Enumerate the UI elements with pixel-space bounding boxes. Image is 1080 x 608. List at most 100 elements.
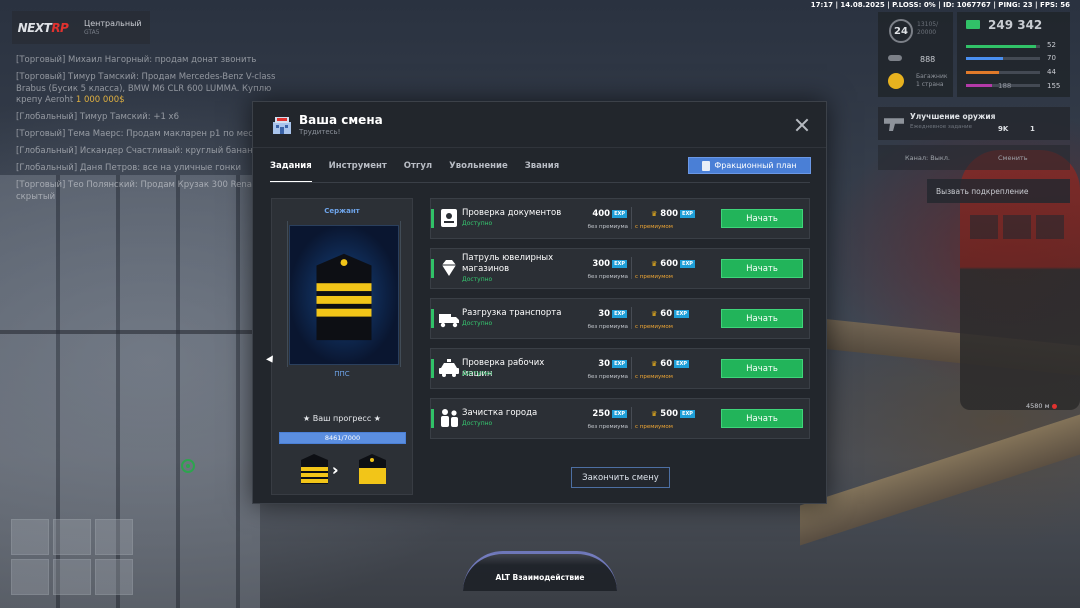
chat-message: [Торговый] Тимур Тамский: Продам Mercede… [16, 72, 276, 105]
inventory-slot[interactable] [53, 519, 91, 555]
calendar-icon[interactable] [970, 215, 998, 239]
tab-0[interactable]: Задания [270, 161, 312, 183]
with-premium-label: с премиумом [635, 374, 673, 380]
rank-card: Сержант ППС ★ Ваш прогресс ★ 8461/7000 ›… [271, 198, 413, 495]
tab-3[interactable]: Увольнение [449, 161, 508, 183]
task-accent [431, 259, 434, 278]
start-task-button[interactable]: Начать [721, 309, 803, 328]
start-task-button[interactable]: Начать [721, 409, 803, 428]
chat-message: [Глобальный] Искандер Счастливый: круглы… [16, 146, 253, 156]
inventory-slots [11, 519, 133, 595]
quick-icons [970, 215, 1064, 239]
inventory-slot[interactable] [11, 519, 49, 555]
id-card-icon [441, 209, 457, 227]
with-premium-label: с премиумом [635, 274, 673, 280]
gun-icon [884, 118, 904, 131]
server-logo: NEXT RP Центральный GTA5 [12, 11, 150, 44]
task-exp-premium: ♛ 60 EXP [651, 359, 690, 369]
bell-icon[interactable] [1036, 215, 1064, 239]
task-exp-base: 30 EXP [598, 359, 627, 369]
current-rank-icon [301, 454, 328, 484]
inventory-slot[interactable] [53, 559, 91, 595]
task-divider [631, 307, 632, 329]
task-exp-premium: ♛ 500 EXP [651, 409, 695, 419]
task-exp-base: 300 EXP [592, 259, 627, 269]
police-car-icon [439, 359, 459, 377]
document-icon [702, 160, 711, 171]
start-task-button[interactable]: Начать [721, 209, 803, 228]
modal-title: Ваша смена [299, 113, 383, 127]
cash-icon [966, 20, 980, 29]
chat-log: [Торговый] Михаил Нагорный: продам донат… [16, 55, 286, 209]
top-info-bar: 17:17 | 14.08.2025 | P.LOSS: 0% | ID: 10… [810, 1, 1070, 9]
no-premium-label: без премиума [587, 374, 628, 380]
modal-subtitle: Трудитесь! [299, 128, 341, 136]
progress-title: ★ Ваш прогресс ★ [303, 414, 381, 423]
bag-icon[interactable] [1003, 215, 1031, 239]
tab-1[interactable]: Инструмент [329, 161, 387, 183]
crown-icon: ♛ [651, 360, 658, 368]
server-name: Центральный GTA5 [84, 18, 142, 36]
task-accent [431, 209, 434, 228]
task-name: Проверка документов [462, 208, 562, 218]
task-accent [431, 409, 434, 428]
level-progress: 13105/20000 [917, 21, 939, 36]
stat-armor: 70 [1047, 54, 1056, 62]
unit-name: ППС [334, 370, 350, 378]
task-accent [431, 359, 434, 378]
weapon-upgrade-quest[interactable]: Улучшение оружия Ежедневное задание 9K 1 [878, 107, 1070, 140]
task-row: Патруль ювелирных магазинов Доступно 300 EX… [430, 248, 810, 289]
task-exp-base: 250 EXP [592, 409, 627, 419]
exp-badge: EXP [680, 410, 695, 418]
hunger-bar [966, 71, 1040, 74]
stat-bottom-left: 188 [998, 82, 1012, 90]
task-status: Доступно [462, 420, 493, 427]
health-bar [966, 45, 1040, 48]
exp-badge: EXP [674, 310, 690, 318]
start-task-button[interactable]: Начать [721, 359, 803, 378]
task-row: Проверка рабочих машин Доступно 30 EXP ♛ 60 EX… [430, 348, 810, 389]
chat-message: [Торговый] Михаил Нагорный: продам донат… [16, 55, 257, 65]
exp-badge: EXP [680, 260, 695, 268]
interaction-hint: ALT Взаимодействие [463, 551, 617, 591]
end-shift-button[interactable]: Закончить смену [571, 467, 670, 488]
radio-channel[interactable]: Канал: Выкл. Сменить [878, 145, 1070, 170]
task-status: Доступно [462, 370, 493, 377]
officers-icon [441, 409, 458, 427]
task-name: Зачистка города [462, 408, 538, 418]
tab-2[interactable]: Отгул [404, 161, 432, 183]
brand-logo: NEXT RP [17, 20, 69, 35]
map-pin-icon: ● [1051, 402, 1058, 410]
wings-icon [888, 55, 902, 61]
crown-icon: ♛ [651, 410, 658, 418]
tab-4[interactable]: Звания [525, 161, 559, 183]
inventory-slot[interactable] [11, 559, 49, 595]
hud-rank-text: Багажник 1 страна [916, 73, 948, 88]
progress-bar: 8461/7000 [279, 432, 406, 444]
task-row: Разгрузка транспорта Доступно 30 EXP ♛ 60 EXP б… [430, 298, 810, 339]
inventory-slot[interactable] [95, 519, 133, 555]
task-row: Проверка документов Доступно 400 EXP ♛ 800 EXP… [430, 198, 810, 239]
task-exp-premium: ♛ 60 EXP [651, 309, 690, 319]
call-backup-button[interactable]: Вызвать подкрепление [927, 179, 1070, 203]
inventory-slot[interactable] [95, 559, 133, 595]
next-rank-icon [359, 454, 386, 484]
start-task-button[interactable]: Начать [721, 259, 803, 278]
task-divider [631, 207, 632, 229]
diamond-icon [442, 260, 456, 276]
stat-thirst: 155 [1047, 82, 1061, 90]
chat-message: [Торговый] Тема Маерс: Продам макларен р… [16, 129, 258, 139]
level-badge: 24 [889, 19, 913, 43]
exp-badge: EXP [674, 360, 690, 368]
police-station-icon [273, 117, 291, 134]
chevrons-right-icon: ››› [332, 461, 336, 479]
close-icon[interactable] [795, 118, 809, 132]
crown-icon: ♛ [651, 310, 658, 318]
task-accent [431, 309, 434, 328]
crown-icon: ♛ [651, 260, 658, 268]
task-status: Доступно [462, 320, 493, 327]
faction-plan-button[interactable]: Фракционный план [688, 157, 811, 174]
progress-label: 8461/7000 [324, 434, 361, 442]
task-divider [631, 357, 632, 379]
chat-message: [Глобальный] Даня Петров: все на уличные… [16, 163, 241, 173]
